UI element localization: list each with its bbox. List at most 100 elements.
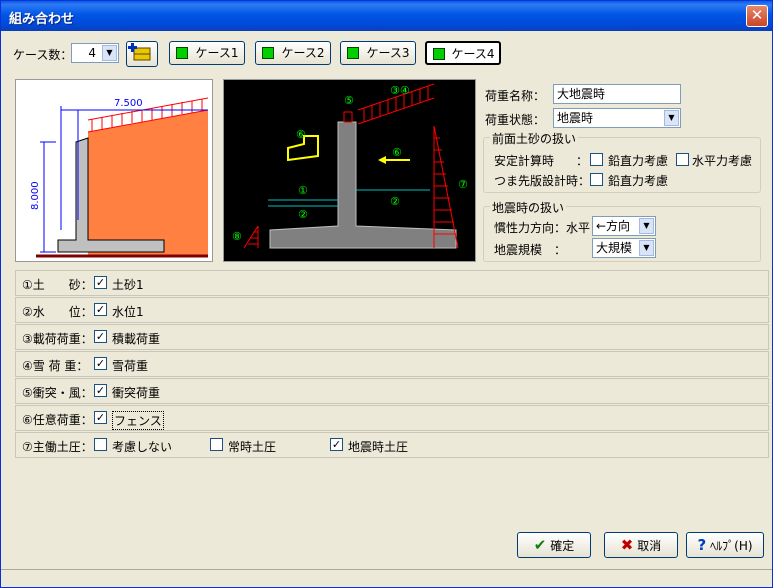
help-button[interactable]: ? ﾍﾙﾌﾟ(H) [686, 532, 764, 558]
row-snow: ④雪 荷 重： ✓ 雪荷重 [15, 351, 769, 377]
load-name-label: 荷重名称： [485, 89, 546, 103]
load-case-svg: ① ② ② ③④ ⑤ ⑥ ⑥ ⑦ ⑧ [232, 83, 468, 249]
row-collision-value: 衝突荷重 [112, 386, 161, 400]
add-case-button[interactable] [126, 41, 158, 67]
front-soil-title: 前面土砂の扱い [490, 130, 579, 147]
check-icon: ✔ [533, 536, 547, 554]
row-collision-checkbox[interactable]: ✓ [94, 384, 107, 397]
status-led-icon [347, 47, 359, 59]
pressure-none-label: 考慮しない [112, 440, 173, 454]
seismic-scale-label: 地震規模 ： [494, 243, 567, 257]
window-title: 組み合わせ [9, 12, 75, 27]
cancel-label: 取消 [637, 539, 662, 553]
case-count-select[interactable]: 4 ▼ [71, 43, 119, 63]
stability-vertical-checkbox[interactable] [590, 153, 603, 166]
marker-5: ⑤ [344, 94, 354, 107]
close-button[interactable]: ✕ [746, 5, 768, 27]
pressure-seismic-checkbox[interactable]: ✓ [330, 438, 343, 451]
row-active-pressure-label: ⑦主働土圧： [22, 440, 93, 454]
stability-horizontal-checkbox[interactable] [676, 153, 689, 166]
row-soil-value: 土砂1 [112, 278, 144, 292]
add-stack-icon [128, 43, 151, 61]
row-water-checkbox[interactable]: ✓ [94, 303, 107, 316]
marker-2-right: ② [390, 195, 400, 208]
row-surcharge: ③載荷荷重： ✓ 積載荷重 [15, 324, 769, 350]
toe-vertical-label: 鉛直力考慮 [608, 174, 669, 188]
row-soil-checkbox[interactable]: ✓ [94, 276, 107, 289]
chevron-down-icon: ▼ [664, 110, 679, 126]
chevron-down-icon: ▼ [639, 218, 654, 234]
inertia-direction-select[interactable]: ←方向 ▼ [592, 216, 656, 236]
row-water-label: ②水 位： [22, 305, 93, 319]
title-bar: 組み合わせ ✕ [1, 1, 772, 31]
case-4-button[interactable]: ケース4 [425, 41, 501, 65]
pressure-normal-label: 常時土圧 [228, 440, 277, 454]
row-surcharge-checkbox[interactable]: ✓ [94, 330, 107, 343]
soil-area [88, 110, 208, 255]
row-arbitrary-value: フェンス [112, 411, 164, 430]
case-3-button[interactable]: ケース3 [340, 41, 416, 65]
case-1-button[interactable]: ケース1 [169, 41, 245, 65]
height-dimension: 8.000 [30, 181, 41, 210]
pressure-seismic-label: 地震時土圧 [348, 440, 409, 454]
row-water-value: 水位1 [112, 305, 144, 319]
row-snow-label: ④雪 荷 重： [22, 359, 89, 373]
row-collision-label: ⑤衝突・風： [22, 386, 93, 400]
pressure-none-checkbox[interactable] [94, 438, 107, 451]
row-surcharge-value: 積載荷重 [112, 332, 161, 346]
status-bar [1, 569, 772, 587]
width-dimension: 7.500 [114, 98, 143, 109]
seismic-group: 地震時の扱い 慣性力方向：水平 ←方向 ▼ 地震規模 ： 大規模 ▼ [483, 199, 761, 262]
wall-overview-diagram: 7.500 8.000 [15, 79, 213, 262]
case-count-value: 4 [88, 46, 96, 60]
wall-overview-svg: 7.500 8.000 [30, 97, 209, 258]
load-state-select[interactable]: 地震時 ▼ [553, 108, 681, 128]
help-label: ﾍﾙﾌﾟ(H) [710, 539, 753, 553]
load-state-label: 荷重状態： [485, 113, 546, 127]
marker-7: ⑦ [458, 178, 468, 191]
row-water: ②水 位： ✓ 水位1 [15, 297, 769, 323]
row-soil-label: ①土 砂： [22, 278, 93, 292]
marker-1: ① [298, 184, 308, 197]
row-snow-checkbox[interactable]: ✓ [94, 357, 107, 370]
load-case-diagram: ① ② ② ③④ ⑤ ⑥ ⑥ ⑦ ⑧ [223, 79, 476, 262]
toe-vertical-checkbox[interactable] [590, 173, 603, 186]
inertia-direction-value: ←方向 [596, 219, 631, 233]
case-2-button[interactable]: ケース2 [255, 41, 331, 65]
status-led-icon [433, 48, 445, 60]
status-led-icon [262, 47, 274, 59]
marker-6-fence: ⑥ [296, 128, 306, 141]
question-icon: ? [697, 536, 707, 554]
marker-6-seismic: ⑥ [392, 146, 402, 159]
marker-8: ⑧ [232, 230, 242, 243]
case-count-label: ケース数： [13, 48, 73, 62]
ok-label: 確定 [550, 539, 575, 553]
pressure-normal-checkbox[interactable] [210, 438, 223, 451]
ok-button[interactable]: ✔ 確定 [517, 532, 591, 558]
seismic-title: 地震時の扱い [490, 199, 567, 216]
toe-design-label: つま先版設計時： [494, 174, 591, 188]
seismic-scale-value: 大規模 [596, 241, 633, 255]
seismic-scale-select[interactable]: 大規模 ▼ [592, 238, 656, 258]
stability-label: 安定計算時 [494, 154, 555, 168]
passive-pressure-hatch [243, 225, 259, 249]
case-1-label: ケース1 [195, 46, 239, 60]
cancel-button[interactable]: ✖ 取消 [604, 532, 678, 558]
inertia-direction-label: 慣性力方向：水平 [494, 221, 591, 235]
seismic-arrow-head [378, 156, 386, 164]
chevron-down-icon: ▼ [102, 45, 117, 61]
load-name-input[interactable]: 大地震時 [553, 84, 681, 104]
stability-vertical-label: 鉛直力考慮 [608, 154, 669, 168]
marker-2-left: ② [298, 208, 308, 221]
row-snow-value: 雪荷重 [112, 359, 149, 373]
chevron-down-icon: ▼ [639, 240, 654, 256]
stability-colon: ： [576, 154, 589, 168]
dialog-window: 組み合わせ ✕ ケース数： 4 ▼ ケース1 ケース2 ケース3 ケース4 7.… [0, 0, 773, 588]
row-arbitrary-checkbox[interactable]: ✓ [94, 411, 107, 424]
stability-horizontal-label: 水平力考慮 [692, 154, 753, 168]
row-collision: ⑤衝突・風： ✓ 衝突荷重 [15, 378, 769, 404]
row-surcharge-label: ③載荷荷重： [22, 332, 93, 346]
row-active-pressure: ⑦主働土圧： 考慮しない 常時土圧 ✓ 地震時土圧 [15, 432, 769, 458]
row-arbitrary: ⑥任意荷重： ✓ フェンス [15, 405, 769, 431]
case-3-label: ケース3 [366, 46, 410, 60]
